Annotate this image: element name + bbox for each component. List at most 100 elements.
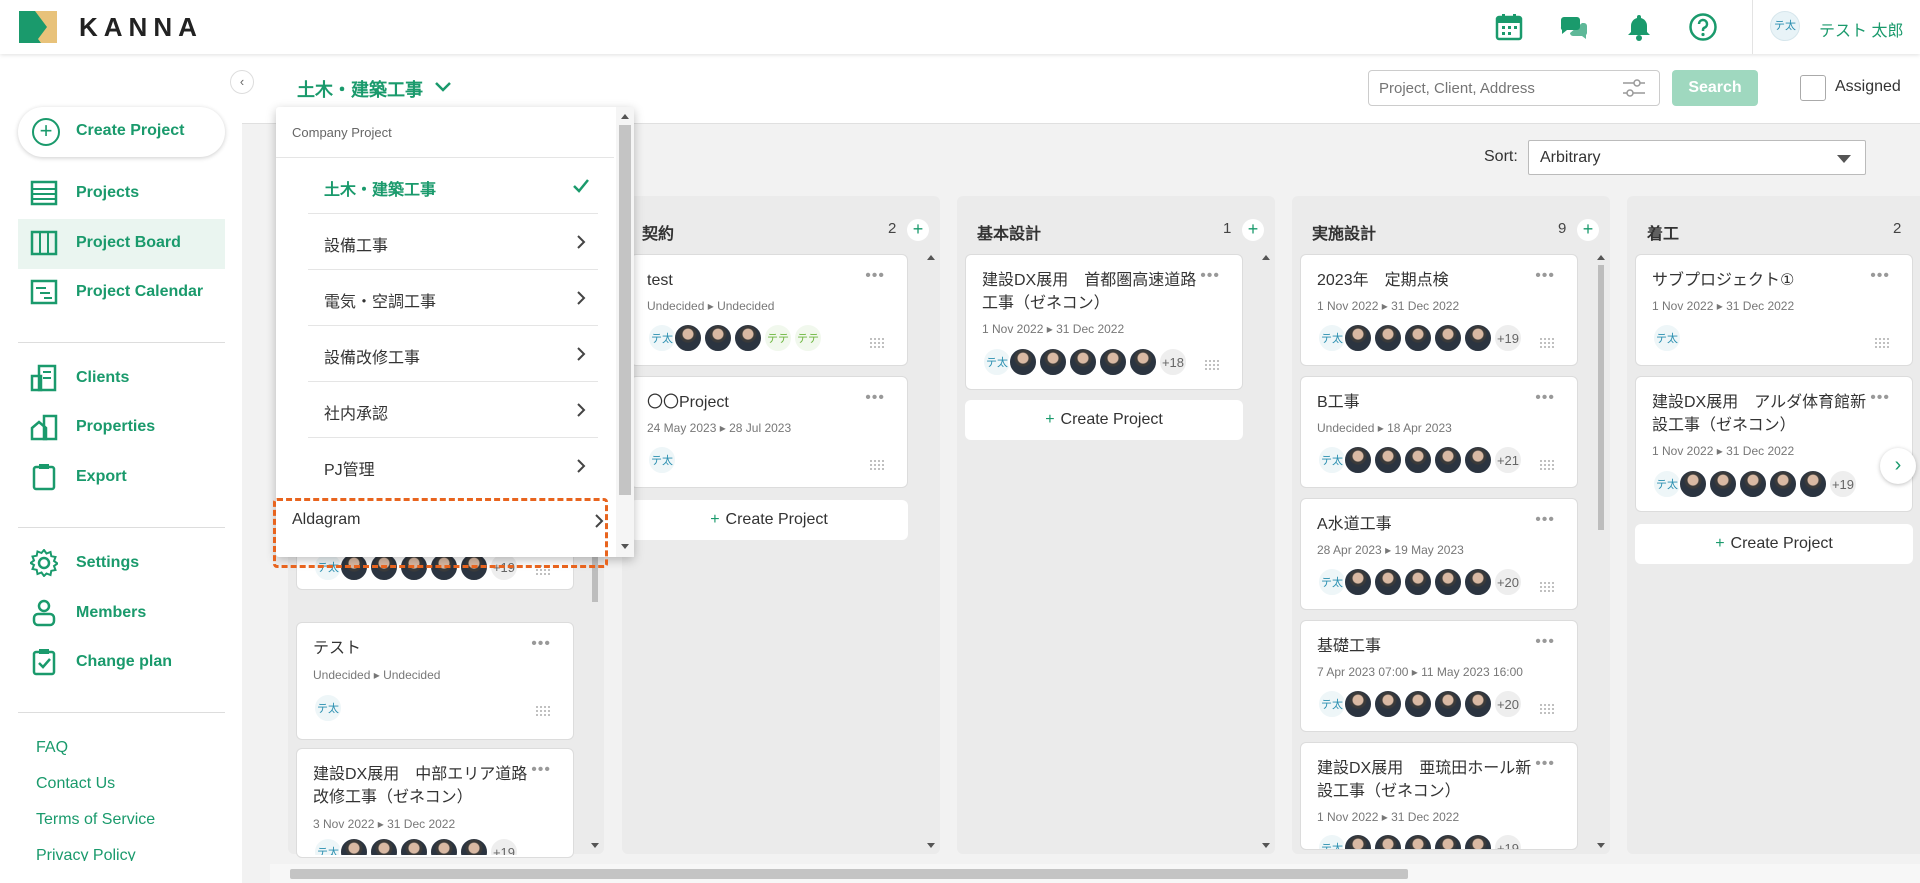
sidebar-collapse-button[interactable]: ‹ (230, 70, 254, 94)
add-card-button[interactable]: + (1577, 219, 1599, 241)
card-title: A水道工事 (1317, 516, 1392, 533)
end-date: 31 Dec 2022 (1391, 810, 1460, 824)
end-date: 31 Dec 2022 (1726, 444, 1795, 458)
create-project-row[interactable]: + Create Project (965, 400, 1243, 440)
sidebar-item-export[interactable]: Export (18, 453, 225, 501)
scrollbar-thumb[interactable] (290, 869, 1408, 879)
more-options-icon[interactable]: ••• (1870, 267, 1890, 285)
chat-icon[interactable] (1558, 12, 1588, 42)
dropdown-item[interactable]: 設備改修工事 (308, 326, 598, 382)
project-card[interactable]: A水道工事 ••• 28 Apr 2023 ▸ 19 May 2023 テ太 +… (1300, 498, 1578, 610)
dropdown-item-selected[interactable]: 土木・建築工事 (308, 158, 598, 214)
sidebar-item-change-plan[interactable]: Change plan (18, 638, 225, 686)
sidebar-item-project-board[interactable]: Project Board (18, 219, 225, 269)
dropdown-header: Company Project (292, 125, 392, 140)
more-options-icon[interactable]: ••• (531, 761, 551, 779)
bell-icon[interactable] (1624, 12, 1654, 42)
add-card-button[interactable]: + (907, 219, 929, 241)
sidebar-item-clients[interactable]: Clients (18, 354, 225, 402)
drag-handle[interactable] (869, 337, 885, 349)
drag-handle[interactable] (1539, 337, 1555, 349)
drag-handle[interactable] (535, 705, 551, 717)
project-card[interactable]: テスト ••• Undecided ▸ Undecided テ太 (296, 622, 574, 740)
sidebar-item-projects[interactable]: Projects (18, 169, 225, 217)
add-card-button[interactable]: + (1242, 219, 1264, 241)
column-scrollbar[interactable] (1596, 252, 1606, 854)
more-options-icon[interactable]: ••• (1535, 267, 1555, 285)
more-options-icon[interactable]: ••• (865, 267, 885, 285)
start-date: 1 Nov 2022 (1317, 299, 1379, 313)
column-count: 9 (1558, 220, 1567, 237)
sidebar-item-members[interactable]: Members (18, 589, 225, 637)
drag-handle[interactable] (1204, 359, 1220, 371)
sort-label: Sort: (1484, 148, 1518, 165)
more-options-icon[interactable]: ••• (1535, 511, 1555, 529)
more-options-icon[interactable]: ••• (865, 389, 885, 407)
project-card[interactable]: 基礎工事 ••• 7 Apr 2023 07:00 ▸ 11 May 2023 … (1300, 620, 1578, 732)
chevron-right-icon (577, 347, 586, 361)
drag-handle[interactable] (869, 459, 885, 471)
sidebar-item-settings[interactable]: Settings (18, 539, 225, 587)
scroll-right-button[interactable]: › (1880, 448, 1916, 484)
project-card[interactable]: B工事 ••• Undecided ▸ 18 Apr 2023 テ太 +21 (1300, 376, 1578, 488)
board-horizontal-scrollbar[interactable] (270, 864, 1920, 883)
column-title: 着工 (1647, 226, 1680, 243)
search-input[interactable] (1368, 70, 1660, 106)
more-options-icon[interactable]: ••• (1535, 389, 1555, 407)
project-card[interactable]: サブプロジェクト① ••• 1 Nov 2022 ▸ 31 Dec 2022 テ… (1635, 254, 1913, 366)
user-name[interactable]: テスト 太郎 (1819, 17, 1903, 41)
help-icon[interactable] (1688, 12, 1718, 42)
faq-link[interactable]: FAQ (36, 739, 68, 757)
project-card[interactable]: 建設DX展用 中部エリア道路改修工事（ゼネコン） ••• 3 Nov 2022 … (296, 748, 574, 858)
dropdown-scrollbar[interactable] (616, 107, 634, 557)
dropdown-item[interactable]: 電気・空調工事 (308, 270, 598, 326)
start-date: 28 Apr 2023 (1317, 543, 1382, 557)
avatar-group: テ太 +19 (313, 837, 553, 855)
more-options-icon[interactable]: ••• (531, 635, 551, 653)
dropdown-item[interactable]: PJ管理 (308, 438, 598, 494)
project-card[interactable]: 建設DX展用 亜琉田ホール新設工事（ゼネコン） ••• 1 Nov 2022 ▸… (1300, 742, 1578, 850)
calendar-icon[interactable] (1494, 12, 1524, 42)
dropdown-item[interactable]: 社内承認 (308, 382, 598, 438)
avatar (1433, 833, 1463, 849)
terms-link[interactable]: Terms of Service (36, 811, 155, 829)
project-card[interactable]: 〇〇Project ••• 24 May 2023 ▸ 28 Jul 2023 … (630, 376, 908, 488)
create-project-row[interactable]: + Create Project (630, 500, 908, 540)
drag-handle[interactable] (1539, 581, 1555, 593)
sidebar-item-project-calendar[interactable]: Project Calendar (18, 268, 225, 316)
more-options-icon[interactable]: ••• (1200, 267, 1220, 285)
sidebar-item-properties[interactable]: Properties (18, 403, 225, 451)
filter-sliders-icon[interactable] (1622, 78, 1646, 98)
kanna-logo-icon[interactable] (19, 11, 57, 43)
plus-circle-icon: + (32, 118, 60, 146)
column-scrollbar[interactable] (926, 252, 936, 854)
caret-down-icon (1837, 155, 1851, 163)
project-type-selector[interactable]: 土木・建築工事 (297, 76, 423, 102)
card-dates: Undecided ▸ 18 Apr 2023 (1317, 421, 1452, 435)
more-options-icon[interactable]: ••• (1870, 389, 1890, 407)
card-dates: 1 Nov 2022 ▸ 31 Dec 2022 (982, 322, 1125, 336)
avatar (1463, 689, 1493, 719)
dropdown-item[interactable]: 設備工事 (308, 214, 598, 270)
search-button[interactable]: Search (1672, 70, 1758, 106)
project-card[interactable]: test ••• Undecided ▸ Undecided テ太 テテ テテ (630, 254, 908, 366)
sort-select[interactable]: Arbitrary (1528, 140, 1866, 175)
chevron-down-icon[interactable] (434, 80, 452, 94)
privacy-link[interactable]: Privacy Policy (36, 847, 136, 861)
start-date: 1 Nov 2022 (1652, 299, 1714, 313)
column-scrollbar[interactable] (1261, 252, 1271, 854)
contact-us-link[interactable]: Contact Us (36, 775, 115, 793)
more-options-icon[interactable]: ••• (1535, 755, 1555, 773)
drag-handle[interactable] (1539, 459, 1555, 471)
drag-handle[interactable] (1539, 703, 1555, 715)
drag-handle[interactable] (1874, 337, 1890, 349)
card-dates: 1 Nov 2022 ▸ 31 Dec 2022 (1652, 299, 1795, 313)
user-avatar[interactable]: テ太 (1770, 11, 1800, 41)
project-card[interactable]: 建設DX展用 アルダ体育館新設工事（ゼネコン） ••• 1 Nov 2022 ▸… (1635, 376, 1913, 512)
project-card[interactable]: 建設DX展用 首都圏高速道路工事（ゼネコン） ••• 1 Nov 2022 ▸ … (965, 254, 1243, 390)
create-project-button[interactable]: + Create Project (18, 107, 225, 157)
assigned-checkbox[interactable] (1800, 75, 1826, 101)
create-project-row[interactable]: + Create Project (1635, 524, 1913, 564)
project-card[interactable]: 2023年 定期点検 ••• 1 Nov 2022 ▸ 31 Dec 2022 … (1300, 254, 1578, 366)
more-options-icon[interactable]: ••• (1535, 633, 1555, 651)
